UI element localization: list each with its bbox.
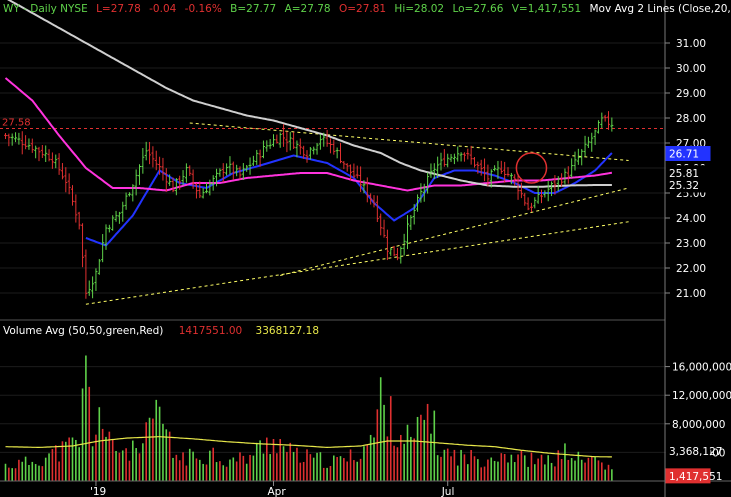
header-vol: V=1,417,551 xyxy=(512,3,581,15)
price-tick-label: 28.00 xyxy=(676,113,706,125)
price-tag: 26.71 xyxy=(665,146,711,161)
price-tick-label: 31.00 xyxy=(676,38,706,50)
header-chg-pct: -0.16% xyxy=(185,3,222,15)
price-tag: 1,417,551 xyxy=(665,468,722,484)
price-tag-label: 1,417,551 xyxy=(669,471,722,483)
volume-tick-label: 8,000,000 xyxy=(672,419,725,431)
header-open: O=27.81 xyxy=(339,3,386,15)
reference-line-label: 27.58 xyxy=(2,118,31,129)
header-ask: A=27.78 xyxy=(285,3,331,15)
volume-tick-label: 16,000,000 xyxy=(672,362,731,374)
price-tick-label: 21.00 xyxy=(676,288,706,300)
volume-tick-label: 12,000,000 xyxy=(672,390,731,402)
price-tag-label: 25.32 xyxy=(669,180,699,192)
time-tick-label: Apr xyxy=(268,486,287,497)
header-chg: -0.04 xyxy=(149,3,176,15)
price-tick-label: 23.00 xyxy=(676,238,706,250)
svg-text:WY - Daily NYSE L=27.78: WY - Daily NYSE L=27.78 -0.04 -0.16% B=2… xyxy=(3,3,731,15)
header-lo: Lo=27.66 xyxy=(452,3,503,15)
svg-text:Volume Avg (50,50,green,Red): Volume Avg (50,50,green,Red) 1417551.00 … xyxy=(3,325,319,337)
price-tick-label: 30.00 xyxy=(676,63,706,75)
time-tick-label: Jul xyxy=(441,486,455,497)
price-tag-label: 26.71 xyxy=(669,149,699,161)
header-last: L=27.78 xyxy=(96,3,141,15)
time-tick-label: '19 xyxy=(90,486,106,497)
price-tag: 25.32 xyxy=(665,177,711,193)
price-tick-label: 24.00 xyxy=(676,213,706,225)
header-study: Mov Avg 2 Lines (Close,20,5 xyxy=(590,3,731,15)
price-tick-label: 22.00 xyxy=(676,263,706,275)
volume-title: Volume Avg (50,50,green,Red) xyxy=(3,325,163,337)
price-tick-label: 29.00 xyxy=(676,88,706,100)
volume-value-1: 1417551.00 xyxy=(179,325,242,337)
price-tag-label: 3,368,127 xyxy=(669,446,722,458)
volume-value-2: 3368127.18 xyxy=(256,325,319,337)
header-symbol: WY - Daily NYSE xyxy=(3,3,88,15)
header-bid: B=27.77 xyxy=(230,3,276,15)
header-hi: Hi=28.02 xyxy=(394,3,444,15)
stock-chart: 27.58 21.0022.0023.0024.0025.0026.0027.0… xyxy=(0,0,731,497)
price-tag: 3,368,127 xyxy=(665,443,722,459)
